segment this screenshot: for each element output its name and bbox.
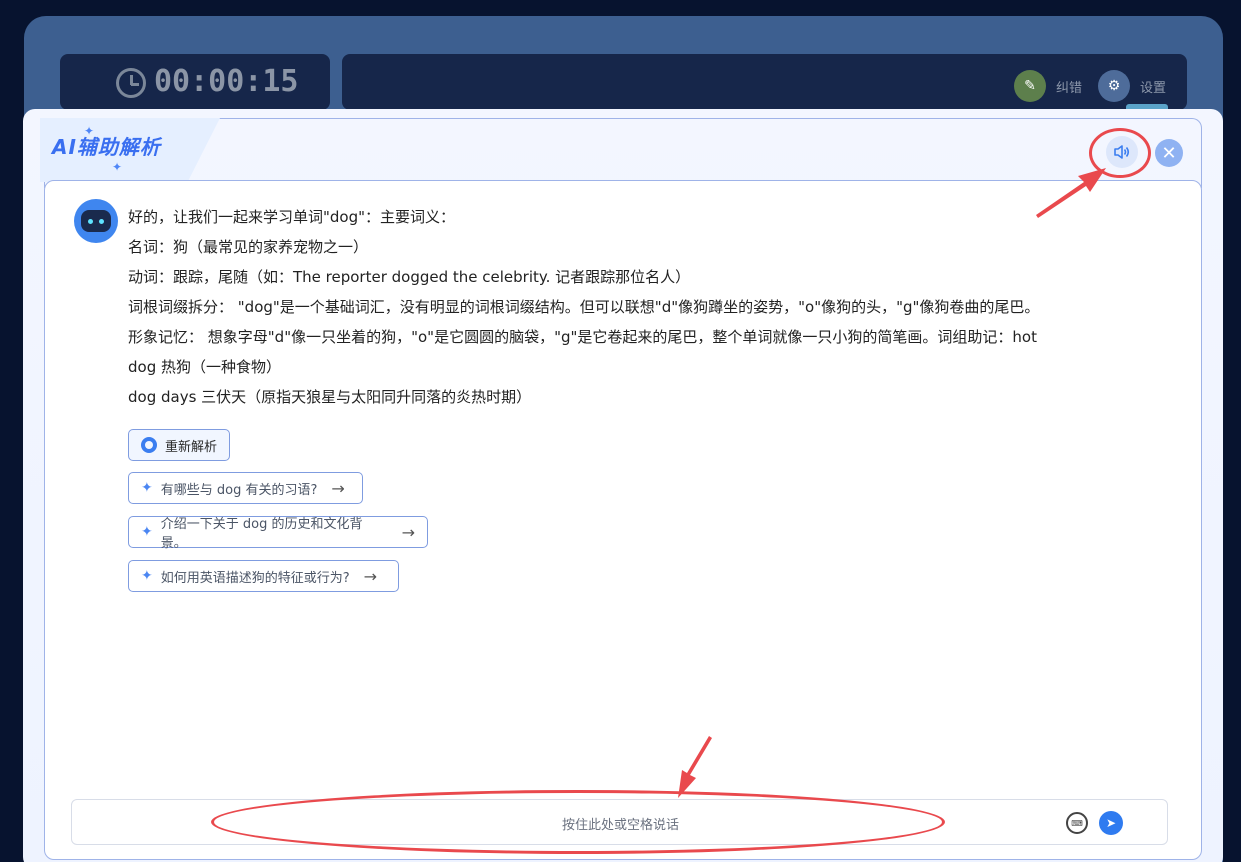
ai-message: 好的，让我们一起来学习单词"dog"：主要词义： 名词：狗（最常见的家养宠物之一… bbox=[128, 202, 1168, 412]
suggestion-button[interactable]: ✦ 有哪些与 dog 有关的习语? → bbox=[128, 472, 363, 504]
panel-title: AI辅助解析 bbox=[52, 135, 161, 159]
message-line: 动词：跟踪，尾随（如：The reporter dogged the celeb… bbox=[128, 268, 691, 286]
reparse-label: 重新解析 bbox=[165, 439, 218, 455]
message-line: 名词：狗（最常见的家养宠物之一） bbox=[128, 238, 369, 256]
gear-icon: ⚙ bbox=[1098, 70, 1130, 102]
settings-button[interactable]: ⚙ 设置 bbox=[1098, 70, 1166, 102]
message-line: dog 热狗（一种食物） bbox=[128, 358, 281, 376]
suggestion-label: 有哪些与 dog 有关的习语? bbox=[160, 482, 318, 498]
top-toolbar: ✎ 纠错 ⚙ 设置 bbox=[342, 54, 1187, 110]
voice-input-hint[interactable]: 按住此处或空格说话 bbox=[72, 800, 1169, 846]
suggestion-button[interactable]: ✦ 介绍一下关于 dog 的历史和文化背景。 → bbox=[128, 516, 428, 551]
sparkle-icon: ✦ bbox=[141, 524, 153, 540]
suggestion-button[interactable]: ✦ 如何用英语描述狗的特征或行为? → bbox=[128, 560, 399, 592]
suggestion-label: 如何用英语描述狗的特征或行为? bbox=[160, 570, 350, 586]
settings-label: 设置 bbox=[1140, 80, 1167, 96]
sparkle-icon: ✦ bbox=[141, 568, 153, 584]
close-button[interactable]: ✕ bbox=[1155, 139, 1183, 167]
voice-input-bar[interactable]: 按住此处或空格说话 bbox=[71, 799, 1168, 845]
speaker-button[interactable] bbox=[1106, 136, 1138, 168]
send-icon[interactable]: ➤ bbox=[1099, 811, 1123, 835]
robot-icon bbox=[81, 210, 111, 232]
correct-button[interactable]: ✎ 纠错 bbox=[1014, 70, 1082, 102]
sparkle-icon: ✦ bbox=[112, 160, 123, 174]
keyboard-icon[interactable]: ⌨ bbox=[1066, 812, 1088, 834]
suggestion-label: 介绍一下关于 dog 的历史和文化背景。 bbox=[160, 517, 363, 551]
arrow-right-icon: → bbox=[331, 478, 345, 498]
timer-box: 00:00:15 bbox=[60, 54, 330, 110]
arrow-right-icon: → bbox=[363, 566, 378, 586]
timer-text: 00:00:15 bbox=[154, 64, 299, 99]
message-line: dog days 三伏天（原指天狼星与太阳同升同落的炎热时期） bbox=[128, 388, 532, 406]
eraser-icon: ✎ bbox=[1014, 70, 1046, 102]
speaker-icon bbox=[1114, 145, 1130, 159]
arrow-right-icon: → bbox=[401, 522, 415, 542]
message-line: 词根词缀拆分： "dog"是一个基础词汇，没有明显的词根词缀结构。但可以联想"d… bbox=[128, 298, 1040, 316]
sparkle-icon: ✦ bbox=[141, 480, 153, 496]
message-line: 好的，让我们一起来学习单词"dog"：主要词义： bbox=[128, 208, 456, 226]
close-icon: ✕ bbox=[1161, 142, 1177, 164]
message-line: 形象记忆： 想象字母"d"像一只坐着的狗，"o"是它圆圆的脑袋，"g"是它卷起来… bbox=[128, 328, 1037, 346]
ai-avatar bbox=[74, 199, 118, 243]
refresh-icon bbox=[141, 437, 157, 453]
reparse-button[interactable]: 重新解析 bbox=[128, 429, 230, 461]
correct-label: 纠错 bbox=[1056, 80, 1083, 96]
clock-icon bbox=[116, 68, 146, 98]
